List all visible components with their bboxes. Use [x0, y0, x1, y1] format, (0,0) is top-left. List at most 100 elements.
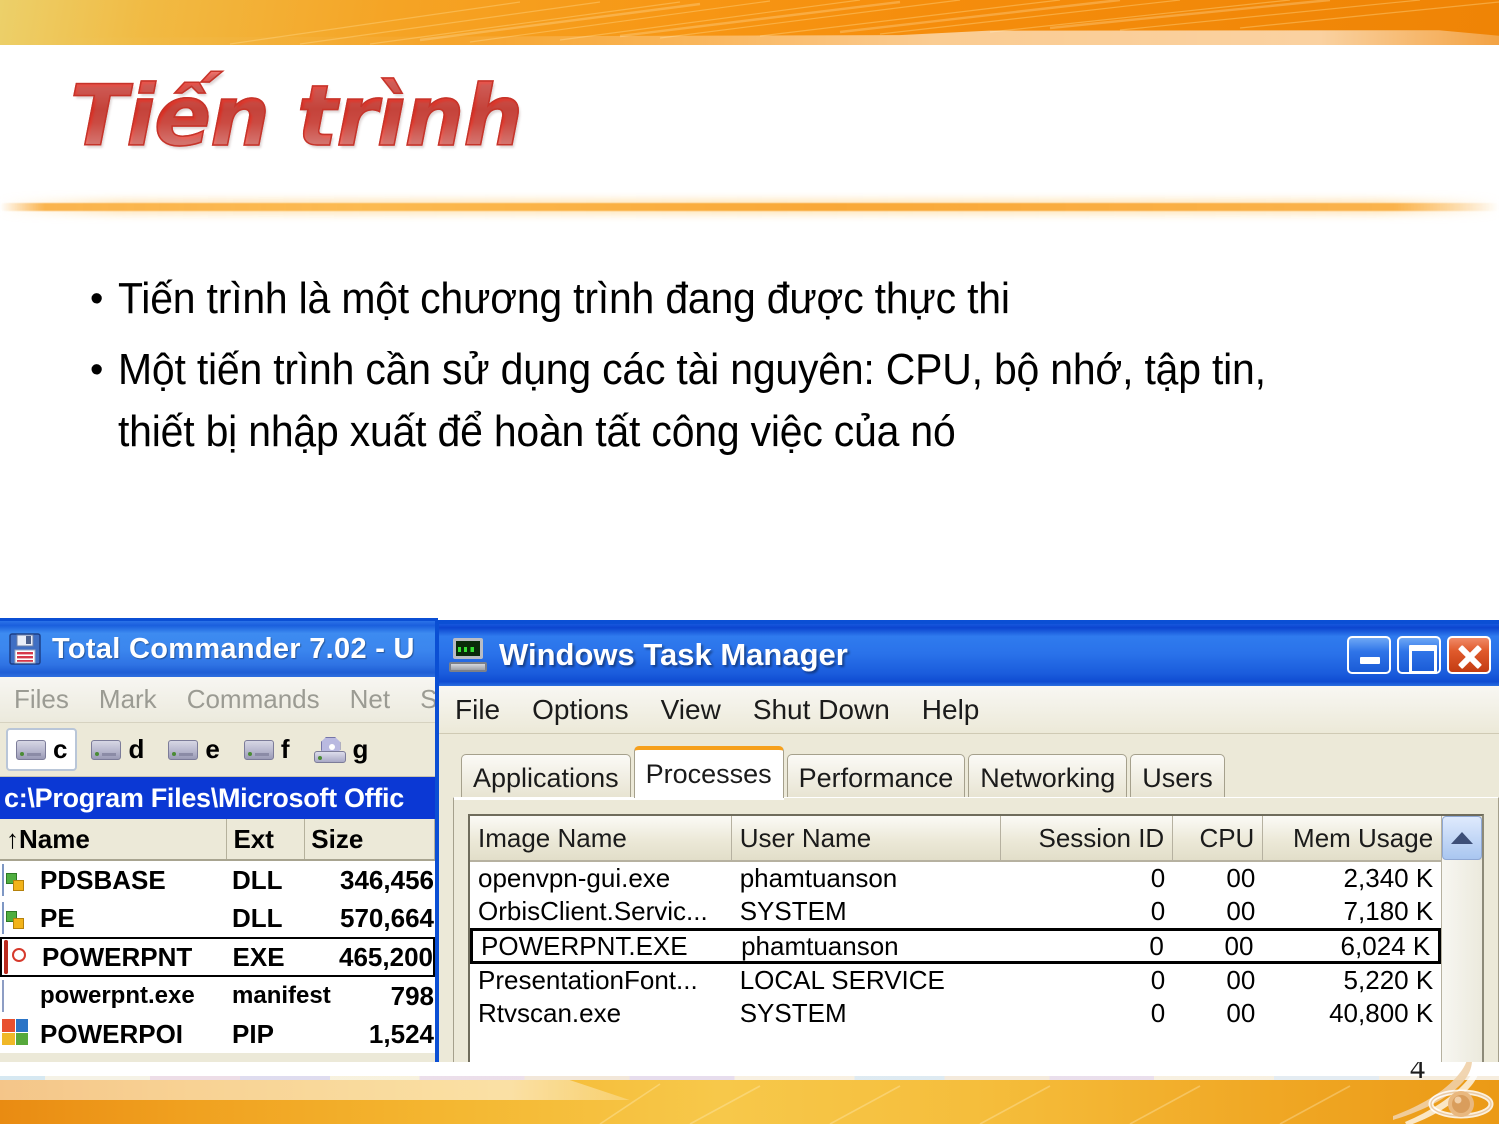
drive-button-bar[interactable]: c d e f g: [0, 723, 435, 777]
maximize-button[interactable]: [1397, 636, 1441, 674]
title-divider: [0, 203, 1499, 211]
tab-applications[interactable]: Applications: [461, 754, 631, 801]
menu-item-view[interactable]: View: [661, 694, 721, 726]
drive-letter: f: [280, 734, 290, 764]
column-header-cpu[interactable]: CPU: [1173, 816, 1264, 860]
drive-button-f[interactable]: f: [234, 728, 300, 771]
list-item: • Một tiến trình cần sử dụng các tài ngu…: [78, 339, 1428, 463]
swirl-ornament-icon: [1393, 1062, 1494, 1124]
total-commander-menubar[interactable]: Files Mark Commands Net Show: [0, 677, 435, 723]
process-session-id: 0: [1149, 930, 1164, 961]
menu-item-mark[interactable]: Mark: [99, 684, 157, 715]
process-cpu: 00: [1226, 998, 1256, 1028]
table-row[interactable]: PE DLL 570,664: [0, 899, 435, 937]
file-ext: manifest: [232, 982, 331, 1009]
dll-icon: [2, 864, 34, 896]
process-cpu: 00: [1226, 863, 1256, 893]
process-session-id: 0: [1150, 998, 1166, 1028]
page-title-container: Tiến trình: [69, 60, 970, 175]
table-row[interactable]: POWERPOI PIP 1,524: [0, 1015, 435, 1053]
hard-drive-icon: [16, 739, 46, 760]
task-manager-body: Applications Processes Performance Netwo…: [439, 734, 1499, 1062]
scroll-up-icon[interactable]: [1442, 816, 1482, 860]
task-manager-window[interactable]: Windows Task Manager File Options View S…: [435, 620, 1499, 1062]
tab-users[interactable]: Users: [1130, 754, 1225, 801]
table-row[interactable]: openvpn-gui.exe phamtuanson 0 00 2,340 K: [470, 862, 1441, 895]
path-bar[interactable]: c:\Program Files\Microsoft Offic: [0, 777, 435, 819]
column-header-name[interactable]: ↑Name: [0, 819, 228, 859]
office-icon: [2, 1019, 34, 1049]
file-list[interactable]: PDSBASE DLL 346,456 PE DLL 570,664 POWER…: [0, 861, 435, 1053]
banner-streaks: [599, 1083, 1351, 1124]
process-image-name: OrbisClient.Servic...: [478, 896, 708, 926]
bullet-text: Một tiến trình cần sử dụng các tài nguyê…: [118, 345, 1266, 456]
drive-button-g[interactable]: g: [304, 728, 379, 771]
menu-item-help[interactable]: Help: [922, 694, 980, 726]
process-mem-usage: 2,340 K: [1343, 863, 1434, 893]
menu-item-commands[interactable]: Commands: [187, 684, 320, 715]
table-row-selected[interactable]: POWERPNT EXE 465,200: [0, 937, 435, 977]
menu-item-shut-down[interactable]: Shut Down: [753, 694, 890, 726]
process-list[interactable]: Image Name User Name Session ID CPU Mem …: [468, 814, 1484, 1062]
tab-bar[interactable]: Applications Processes Performance Netwo…: [453, 746, 1499, 801]
process-image-name: POWERPNT.EXE: [481, 930, 688, 961]
column-header-size[interactable]: Size: [305, 819, 435, 859]
drive-letter: c: [53, 734, 68, 764]
minimize-button[interactable]: [1347, 636, 1391, 674]
table-row[interactable]: Rtvscan.exe SYSTEM 0 00 40,800 K: [470, 997, 1441, 1030]
tab-performance[interactable]: Performance: [786, 754, 966, 801]
task-manager-menubar[interactable]: File Options View Shut Down Help: [439, 686, 1499, 734]
bullet-list: • Tiến trình là một chương trình đang đư…: [78, 268, 1428, 472]
process-table[interactable]: Image Name User Name Session ID CPU Mem …: [470, 816, 1442, 1062]
top-decorative-banner: [0, 0, 1499, 45]
bullet-dot-icon: •: [90, 278, 104, 320]
hard-drive-icon: [91, 739, 122, 760]
file-name: POWERPNT: [42, 941, 193, 972]
tab-networking[interactable]: Networking: [968, 754, 1128, 801]
column-header-ext[interactable]: Ext: [227, 819, 306, 859]
bottom-decorative-banner: 4: [0, 1062, 1499, 1124]
table-row[interactable]: powerpnt.exe manifest 798: [0, 977, 435, 1015]
drive-button-e[interactable]: e: [158, 728, 229, 771]
table-row[interactable]: PDSBASE DLL 346,456: [0, 861, 435, 899]
file-size: 570,664: [340, 902, 434, 933]
total-commander-titlebar[interactable]: Total Commander 7.02 - U: [0, 621, 435, 677]
scrollbar-track[interactable]: [1442, 860, 1482, 1062]
process-table-header[interactable]: Image Name User Name Session ID CPU Mem …: [470, 816, 1442, 862]
close-button[interactable]: [1447, 636, 1491, 674]
drive-button-d[interactable]: d: [81, 728, 154, 771]
process-cpu: 00: [1224, 930, 1254, 961]
menu-item-files[interactable]: Files: [14, 684, 69, 715]
list-item: • Tiến trình là một chương trình đang đư…: [78, 268, 1428, 330]
process-cpu: 00: [1226, 965, 1256, 995]
process-mem-usage: 7,180 K: [1343, 896, 1434, 926]
column-header-user-name[interactable]: User Name: [732, 816, 1002, 860]
table-row-selected[interactable]: POWERPNT.EXE phamtuanson 0 00 6,024 K: [470, 928, 1442, 964]
window-controls[interactable]: [1347, 636, 1491, 674]
menu-item-net[interactable]: Net: [350, 684, 390, 715]
table-row[interactable]: PresentationFont... LOCAL SERVICE 0 00 5…: [470, 964, 1441, 997]
file-ext: PIP: [232, 1018, 274, 1049]
process-session-id: 0: [1150, 863, 1166, 893]
menu-item-file[interactable]: File: [455, 694, 500, 726]
process-user-name: phamtuanson: [741, 930, 899, 961]
tab-processes[interactable]: Processes: [633, 746, 784, 798]
total-commander-window[interactable]: Total Commander 7.02 - U Files Mark Comm…: [0, 618, 438, 1062]
file-list-header[interactable]: ↑Name Ext Size: [0, 819, 435, 861]
table-row[interactable]: OrbisClient.Servic... SYSTEM 0 00 7,180 …: [470, 895, 1441, 928]
column-header-session-id[interactable]: Session ID: [1001, 816, 1174, 860]
process-image-name: Rtvscan.exe: [478, 998, 622, 1028]
file-size: 465,200: [339, 941, 433, 972]
process-user-name: SYSTEM: [739, 998, 847, 1028]
task-manager-titlebar[interactable]: Windows Task Manager: [439, 624, 1499, 686]
drive-letter: g: [352, 734, 369, 764]
drive-button-c[interactable]: c: [6, 728, 78, 771]
optical-drive-icon: [313, 736, 346, 763]
task-manager-icon: [449, 638, 487, 672]
column-header-mem-usage[interactable]: Mem Usage: [1263, 816, 1441, 860]
process-list-scrollbar[interactable]: [1441, 816, 1482, 1062]
processes-tab-panel: Image Name User Name Session ID CPU Mem …: [453, 797, 1499, 1062]
total-commander-icon: [8, 632, 42, 666]
menu-item-options[interactable]: Options: [532, 694, 629, 726]
column-header-image-name[interactable]: Image Name: [470, 816, 732, 860]
